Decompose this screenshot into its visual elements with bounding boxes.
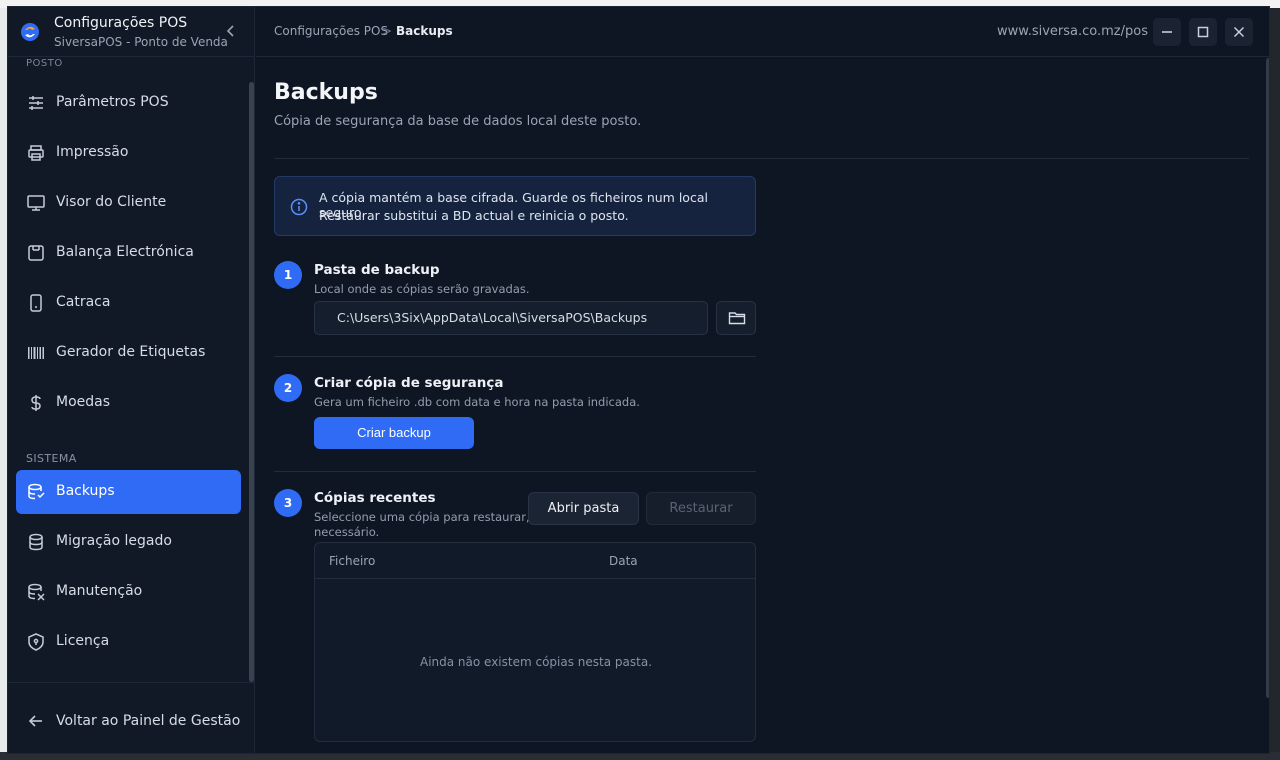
- sidebar-item-licenca[interactable]: Licença: [16, 620, 241, 664]
- monitor-icon: [27, 195, 45, 211]
- step-desc-backup-folder: Local onde as cópias serão gravadas.: [314, 282, 530, 296]
- breadcrumb-configuracoes[interactable]: Configurações POS: [274, 24, 388, 38]
- sidebar-item-impressao[interactable]: Impressão: [16, 131, 241, 175]
- database-migrate-icon: [29, 533, 43, 551]
- sidebar-item-catraca[interactable]: Catraca: [16, 281, 241, 325]
- step-title-create-backup: Criar cópia de segurança: [314, 375, 504, 391]
- sidebar-nav: POSTO Parâmetros POS Impressão Visor do …: [8, 57, 255, 682]
- sidebar-item-parametros-pos[interactable]: Parâmetros POS: [16, 81, 241, 125]
- step-desc-create-backup: Gera um ficheiro .db com data e hora na …: [314, 395, 640, 409]
- step-desc-recent-copies-line1: Seleccione uma cópia para restaurar, se: [314, 510, 547, 524]
- topbar: Configurações POS > Backups www.siversa.…: [256, 7, 1269, 57]
- step-number-3: 3: [274, 489, 302, 517]
- sidebar-item-label: Catraca: [56, 294, 111, 310]
- background-desktop-right: [1270, 8, 1280, 760]
- dollar-icon: [31, 395, 41, 411]
- step-number-2: 2: [274, 374, 302, 402]
- sidebar-item-label: Moedas: [56, 394, 111, 410]
- brand-subtitle: SiversaPOS - Ponto de Venda: [54, 35, 228, 49]
- sidebar-item-label: Backups: [56, 483, 115, 499]
- open-folder-button[interactable]: Abrir pasta: [528, 492, 639, 525]
- siversa-logo-icon: [21, 23, 39, 41]
- sidebar-item-label: Manutenção: [56, 583, 143, 599]
- brand-header: Configurações POS SiversaPOS - Ponto de …: [8, 7, 255, 57]
- step-divider: [274, 471, 756, 472]
- main-content: Backups Cópia de segurança da base de da…: [256, 58, 1269, 753]
- sidebar-item-backups[interactable]: Backups: [16, 470, 241, 514]
- column-header-data[interactable]: Data: [609, 554, 638, 568]
- info-icon: [290, 198, 308, 216]
- breadcrumb-backups: Backups: [396, 24, 453, 38]
- recent-backups-table: Ficheiro Data Ainda não existem cópias n…: [314, 542, 756, 742]
- database-wrench-icon: [28, 583, 45, 601]
- sidebar: Configurações POS SiversaPOS - Ponto de …: [8, 7, 255, 753]
- chevron-left-icon[interactable]: [223, 23, 239, 39]
- sidebar-item-moedas[interactable]: Moedas: [16, 381, 241, 425]
- site-url: www.siversa.co.mz/pos: [997, 24, 1148, 39]
- page-title: Backups: [274, 80, 378, 105]
- minimize-icon[interactable]: [1153, 18, 1181, 46]
- section-label-sistema: SISTEMA: [26, 452, 77, 465]
- settings-window: Configurações POS SiversaPOS - Ponto de …: [7, 6, 1270, 754]
- printer-icon: [28, 145, 44, 161]
- sidebar-item-label: Gerador de Etiquetas: [56, 344, 206, 360]
- create-backup-button[interactable]: Criar backup: [314, 417, 474, 449]
- brand-title: Configurações POS: [54, 15, 188, 31]
- sidebar-item-gerador-etiquetas[interactable]: Gerador de Etiquetas: [16, 331, 241, 375]
- maximize-icon[interactable]: [1189, 18, 1217, 46]
- step-divider: [274, 356, 756, 357]
- sidebar-item-label: Licença: [56, 633, 110, 649]
- sidebar-item-label: Impressão: [56, 144, 129, 160]
- section-label-posto: POSTO: [26, 58, 63, 69]
- shield-icon: [28, 633, 44, 651]
- backup-folder-input[interactable]: C:\Users\3Six\AppData\Local\SiversaPOS\B…: [314, 301, 708, 335]
- back-to-dashboard-link[interactable]: Voltar ao Painel de Gestão: [8, 682, 255, 753]
- arrow-left-icon: [28, 715, 42, 727]
- sidebar-item-manutencao[interactable]: Manutenção: [16, 570, 241, 614]
- step-title-recent-copies: Cópias recentes: [314, 490, 436, 506]
- sidebar-item-label: Parâmetros POS: [56, 94, 169, 110]
- breadcrumb-separator: >: [382, 24, 393, 38]
- sliders-icon: [29, 96, 43, 110]
- sidebar-item-migracao-legado[interactable]: Migração legado: [16, 520, 241, 564]
- restore-button[interactable]: Restaurar: [646, 492, 756, 525]
- column-header-ficheiro[interactable]: Ficheiro: [329, 554, 375, 568]
- page-subtitle: Cópia de segurança da base de dados loca…: [274, 114, 642, 129]
- browse-folder-button[interactable]: [716, 301, 756, 335]
- tablet-icon: [30, 294, 42, 312]
- back-label: Voltar ao Painel de Gestão: [56, 713, 241, 729]
- table-header: Ficheiro Data: [315, 543, 755, 579]
- sidebar-item-label: Migração legado: [56, 533, 172, 549]
- header-divider: [274, 158, 1249, 159]
- main-scrollbar[interactable]: [1266, 58, 1269, 698]
- step-number-1: 1: [274, 261, 302, 289]
- close-icon[interactable]: [1225, 18, 1253, 46]
- database-icon: [28, 483, 45, 500]
- sidebar-item-label: Balança Electrónica: [56, 244, 194, 260]
- sidebar-scrollbar[interactable]: [249, 82, 254, 682]
- scale-icon: [28, 245, 44, 261]
- sidebar-item-visor-cliente[interactable]: Visor do Cliente: [16, 181, 241, 225]
- folder-icon: [728, 312, 746, 325]
- step-title-backup-folder: Pasta de backup: [314, 262, 440, 278]
- sidebar-item-balanca[interactable]: Balança Electrónica: [16, 231, 241, 275]
- barcode-icon: [28, 347, 44, 359]
- info-text-line2: Restaurar substitui a BD actual e reinic…: [319, 208, 629, 223]
- sidebar-item-label: Visor do Cliente: [56, 194, 167, 210]
- info-banner: A cópia mantém a base cifrada. Guarde os…: [274, 176, 756, 236]
- step-desc-recent-copies-line2: necessário.: [314, 525, 380, 539]
- empty-state-message: Ainda não existem cópias nesta pasta.: [419, 655, 653, 669]
